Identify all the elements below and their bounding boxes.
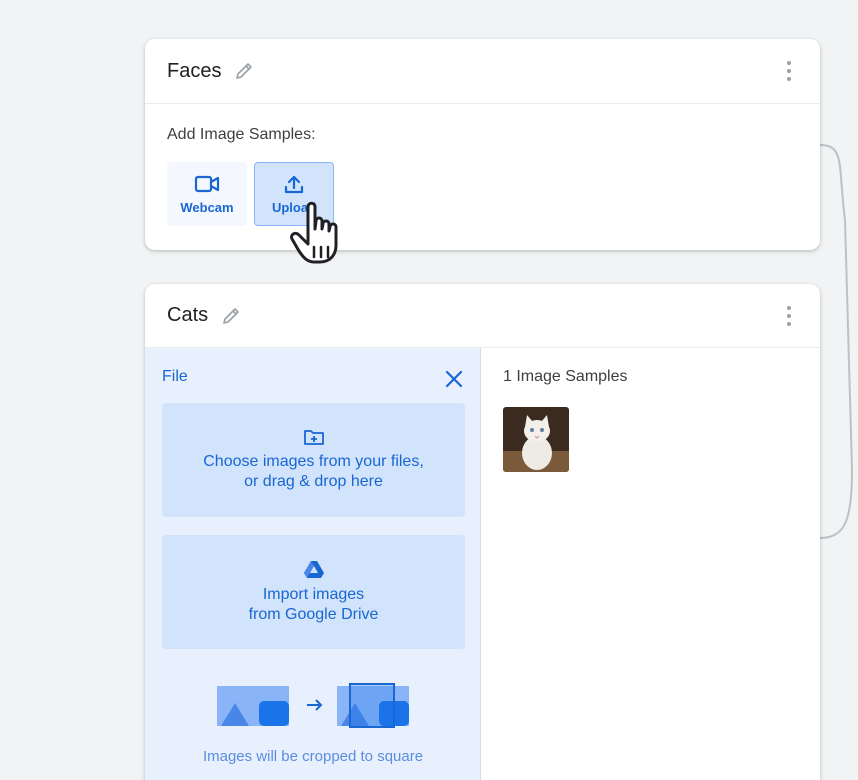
samples-count-label: 1 Image Samples	[503, 368, 628, 385]
close-icon[interactable]	[443, 368, 465, 390]
class-title[interactable]: Cats	[167, 304, 208, 327]
add-samples-label: Add Image Samples:	[167, 126, 316, 143]
hand-pointer-icon	[290, 201, 338, 264]
pencil-icon[interactable]	[233, 60, 255, 82]
folder-add-icon	[303, 430, 324, 445]
webcam-button[interactable]: Webcam	[167, 162, 247, 226]
pencil-icon[interactable]	[220, 305, 242, 327]
dropzone-text-line2: or drag & drop here	[244, 473, 383, 490]
drive-text-line1: Import images	[262, 586, 365, 603]
google-drive-icon	[303, 561, 324, 578]
drive-text-line2: from Google Drive	[248, 606, 379, 623]
webcam-label: Webcam	[180, 199, 234, 215]
google-drive-import-button[interactable]: Import images from Google Drive	[162, 535, 465, 649]
upload-icon	[284, 175, 304, 193]
class-title[interactable]: Faces	[167, 60, 221, 83]
crop-to-square-illustration	[217, 683, 409, 728]
dropzone-text-line1: Choose images from your files,	[203, 453, 424, 470]
card-header: Faces	[145, 39, 820, 104]
card-header: Cats	[145, 284, 820, 348]
file-upload-panel: File Choose images from your files, or d…	[145, 348, 481, 780]
sample-image-thumbnail[interactable]	[503, 407, 569, 472]
kebab-menu-icon[interactable]	[786, 305, 792, 326]
crop-note: Images will be cropped to square	[202, 748, 424, 765]
kebab-menu-icon[interactable]	[786, 61, 792, 81]
video-camera-icon	[194, 175, 220, 192]
class-card-faces: Faces Add Image Samples: Webcam Upload	[145, 39, 820, 250]
class-card-cats: Cats File Choose images from your files,…	[145, 284, 820, 780]
file-panel-title: File	[162, 368, 188, 385]
choose-files-dropzone[interactable]: Choose images from your files, or drag &…	[162, 403, 465, 517]
